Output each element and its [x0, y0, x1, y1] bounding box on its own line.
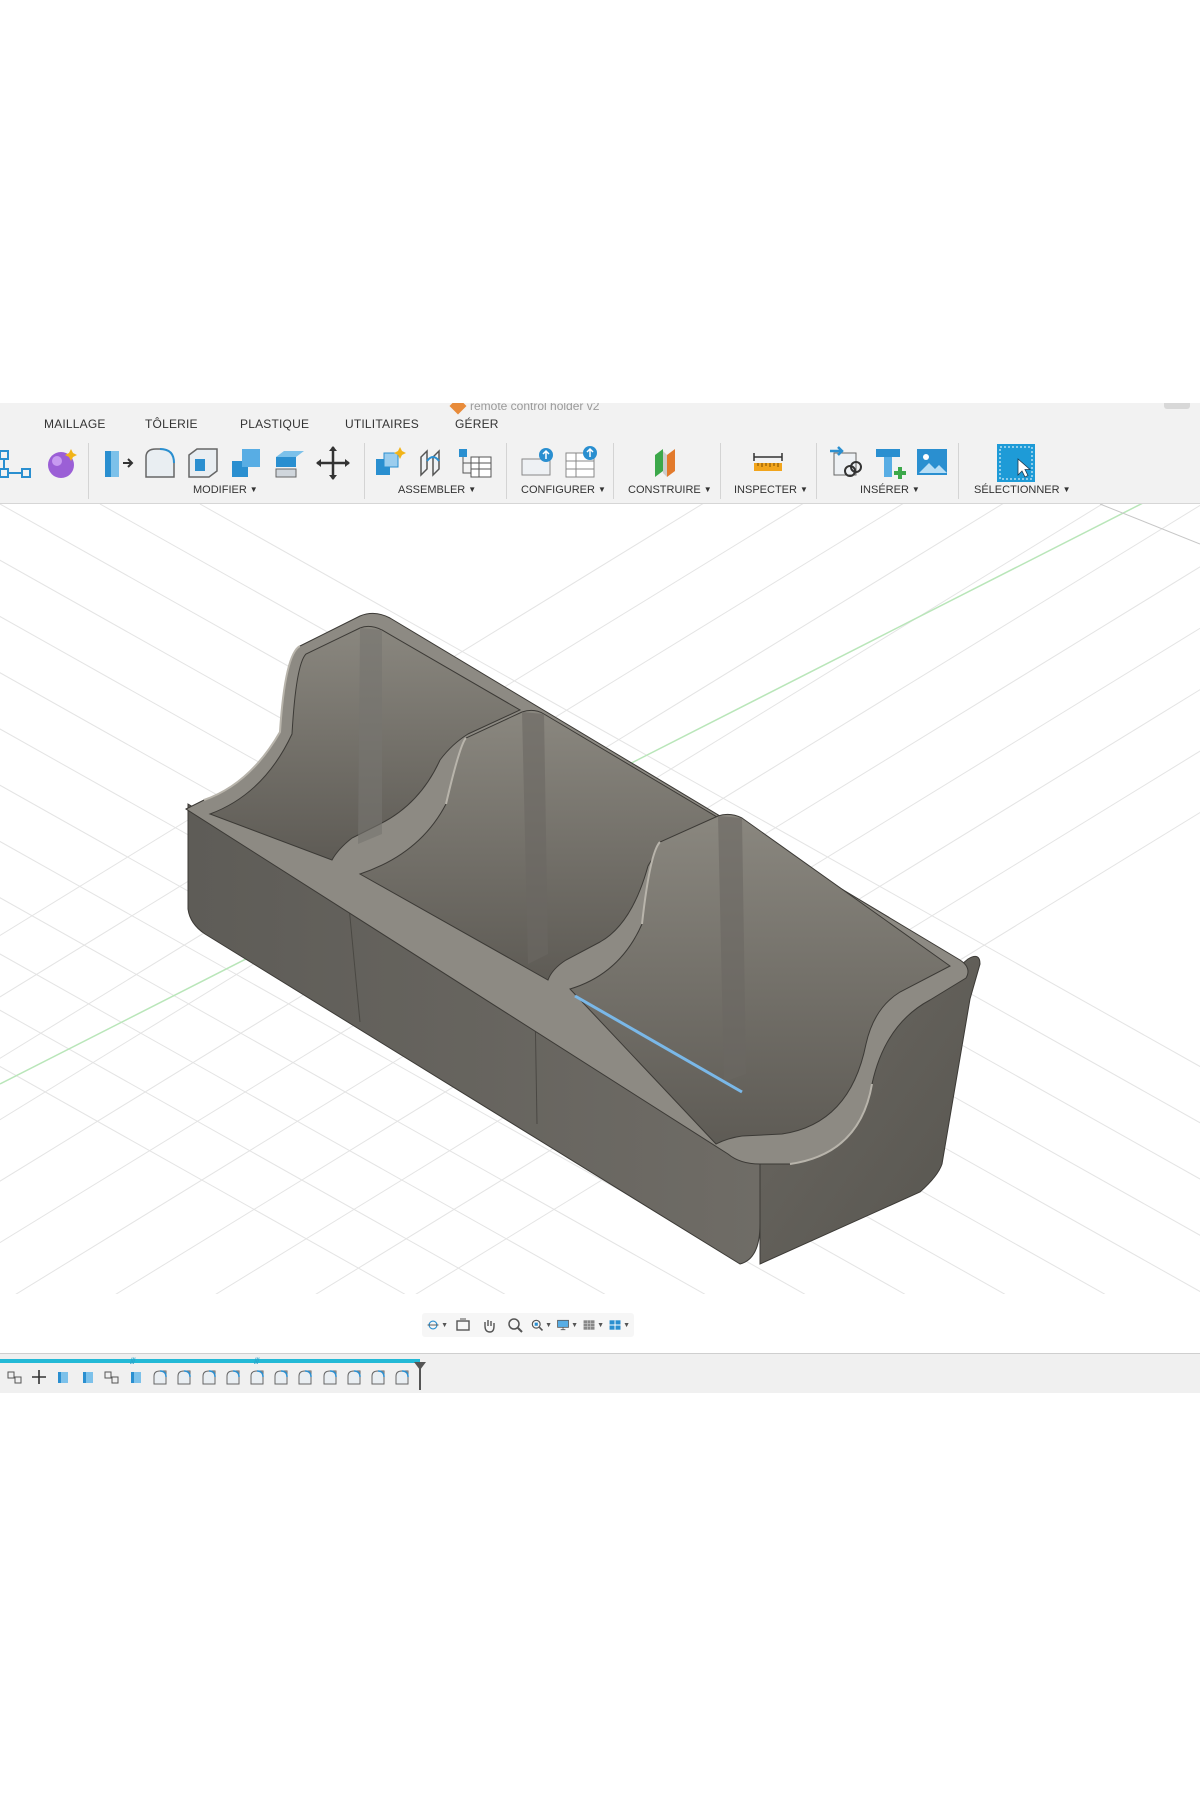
timeline-fillet-icon[interactable]	[393, 1368, 411, 1386]
pan-icon[interactable]	[478, 1315, 500, 1335]
timeline-sketch-icon[interactable]	[103, 1368, 121, 1386]
timeline-fillet-icon[interactable]	[369, 1368, 387, 1386]
group-inspecter-label: INSPECTER	[734, 484, 797, 496]
window-control-button[interactable]	[1164, 403, 1190, 409]
timeline-extrude-icon[interactable]	[127, 1368, 145, 1386]
zoom-icon[interactable]	[504, 1315, 526, 1335]
divider	[816, 443, 817, 499]
divider	[364, 443, 365, 499]
timeline-group-marker: ///	[130, 1356, 135, 1366]
file-icon	[449, 403, 467, 415]
timeline-fillet-icon[interactable]	[345, 1368, 363, 1386]
group-inserer[interactable]: INSÉRER ▼	[860, 484, 920, 496]
timeline-fillet-icon[interactable]	[200, 1368, 218, 1386]
tab-utilitaires[interactable]: UTILITAIRES	[345, 417, 419, 431]
group-inspecter[interactable]: INSPECTER ▼	[734, 484, 808, 496]
chevron-down-icon: ▼	[249, 485, 258, 494]
decal-icon[interactable]	[912, 443, 952, 483]
measure-icon[interactable]	[748, 443, 788, 483]
group-assembler[interactable]: ASSEMBLER ▼	[398, 484, 476, 496]
tab-maillage[interactable]: MAILLAGE	[44, 417, 106, 431]
timeline-fillet-icon[interactable]	[248, 1368, 266, 1386]
chevron-down-icon: ▼	[1062, 485, 1071, 494]
timeline-fillet-icon[interactable]	[321, 1368, 339, 1386]
timeline-fillet-icon[interactable]	[224, 1368, 242, 1386]
look-at-icon[interactable]	[452, 1315, 474, 1335]
timeline-fillet-icon[interactable]	[296, 1368, 314, 1386]
create-sketch-icon[interactable]	[0, 443, 36, 483]
divider	[613, 443, 614, 499]
create-form-icon[interactable]	[42, 443, 82, 483]
toolbar: MODIFIER ▼ ASSEMBLER ▼ CONFIGURER ▼ CONSTRU…	[0, 435, 1200, 504]
tab-gerer[interactable]: GÉRER	[455, 417, 499, 431]
timeline-fillet-icon[interactable]	[272, 1368, 290, 1386]
combine-icon[interactable]	[226, 443, 266, 483]
chevron-down-icon: ▼	[468, 485, 477, 494]
group-construire[interactable]: CONSTRUIRE ▼	[628, 484, 712, 496]
fit-icon[interactable]: ▼	[530, 1315, 552, 1335]
timeline-move-icon[interactable]	[30, 1368, 48, 1386]
timeline-extrude-icon[interactable]	[79, 1368, 97, 1386]
fillet-icon[interactable]	[140, 443, 180, 483]
offset-plane-icon[interactable]	[645, 443, 685, 483]
configure-icon[interactable]	[518, 443, 558, 483]
tab-plastique[interactable]: PLASTIQUE	[240, 417, 309, 431]
group-assembler-label: ASSEMBLER	[398, 484, 466, 496]
document-title-text: remote control holder v2	[470, 403, 600, 413]
orbit-icon[interactable]: ▼	[426, 1315, 448, 1335]
group-modifier-label: MODIFIER	[193, 484, 247, 496]
chevron-down-icon: ▼	[703, 485, 712, 494]
insert-derive-icon[interactable]	[826, 443, 866, 483]
timeline-extrude-icon[interactable]	[54, 1368, 72, 1386]
divider	[720, 443, 721, 499]
configure-table-icon[interactable]	[562, 443, 602, 483]
group-configurer-label: CONFIGURER	[521, 484, 595, 496]
timeline: /// ///	[0, 1353, 1200, 1393]
timeline-playhead-line	[419, 1366, 421, 1390]
bill-of-materials-icon[interactable]	[455, 443, 495, 483]
model-canvas	[0, 504, 1200, 1294]
group-selectionner[interactable]: SÉLECTIONNER ▼	[974, 484, 1071, 496]
grid-settings-icon[interactable]: ▼	[582, 1315, 604, 1335]
timeline-fillet-icon[interactable]	[151, 1368, 169, 1386]
fusion-app-window: remote control holder v2 MAILLAGE TÔLERI…	[0, 403, 1200, 1393]
select-icon[interactable]	[996, 443, 1036, 483]
chevron-down-icon: ▼	[799, 485, 808, 494]
navigation-bar: ▼ ▼ ▼ ▼ ▼	[422, 1313, 634, 1337]
move-icon[interactable]	[313, 443, 353, 483]
divider	[88, 443, 89, 499]
offset-face-icon[interactable]	[270, 443, 310, 483]
insert-mcmaster-icon[interactable]	[870, 443, 910, 483]
timeline-sketch-icon[interactable]	[6, 1368, 24, 1386]
group-construire-label: CONSTRUIRE	[628, 484, 701, 496]
timeline-group-marker: ///	[254, 1356, 259, 1366]
tab-row: remote control holder v2 MAILLAGE TÔLERI…	[0, 403, 1200, 435]
divider	[506, 443, 507, 499]
timeline-fillet-icon[interactable]	[175, 1368, 193, 1386]
shell-icon[interactable]	[183, 443, 223, 483]
group-configurer[interactable]: CONFIGURER ▼	[521, 484, 606, 496]
tab-tolerie[interactable]: TÔLERIE	[145, 417, 198, 431]
viewports-icon[interactable]: ▼	[608, 1315, 630, 1335]
divider	[958, 443, 959, 499]
timeline-track	[0, 1359, 420, 1363]
group-modifier[interactable]: MODIFIER ▼	[193, 484, 258, 496]
group-selectionner-label: SÉLECTIONNER	[974, 484, 1060, 496]
group-inserer-label: INSÉRER	[860, 484, 909, 496]
3d-viewport[interactable]	[0, 504, 1200, 1294]
joint-icon[interactable]	[413, 443, 453, 483]
display-settings-icon[interactable]: ▼	[556, 1315, 578, 1335]
chevron-down-icon: ▼	[911, 485, 920, 494]
document-title: remote control holder v2	[449, 403, 600, 415]
chevron-down-icon: ▼	[597, 485, 606, 494]
new-component-icon[interactable]	[370, 443, 410, 483]
press-pull-icon[interactable]	[97, 443, 137, 483]
